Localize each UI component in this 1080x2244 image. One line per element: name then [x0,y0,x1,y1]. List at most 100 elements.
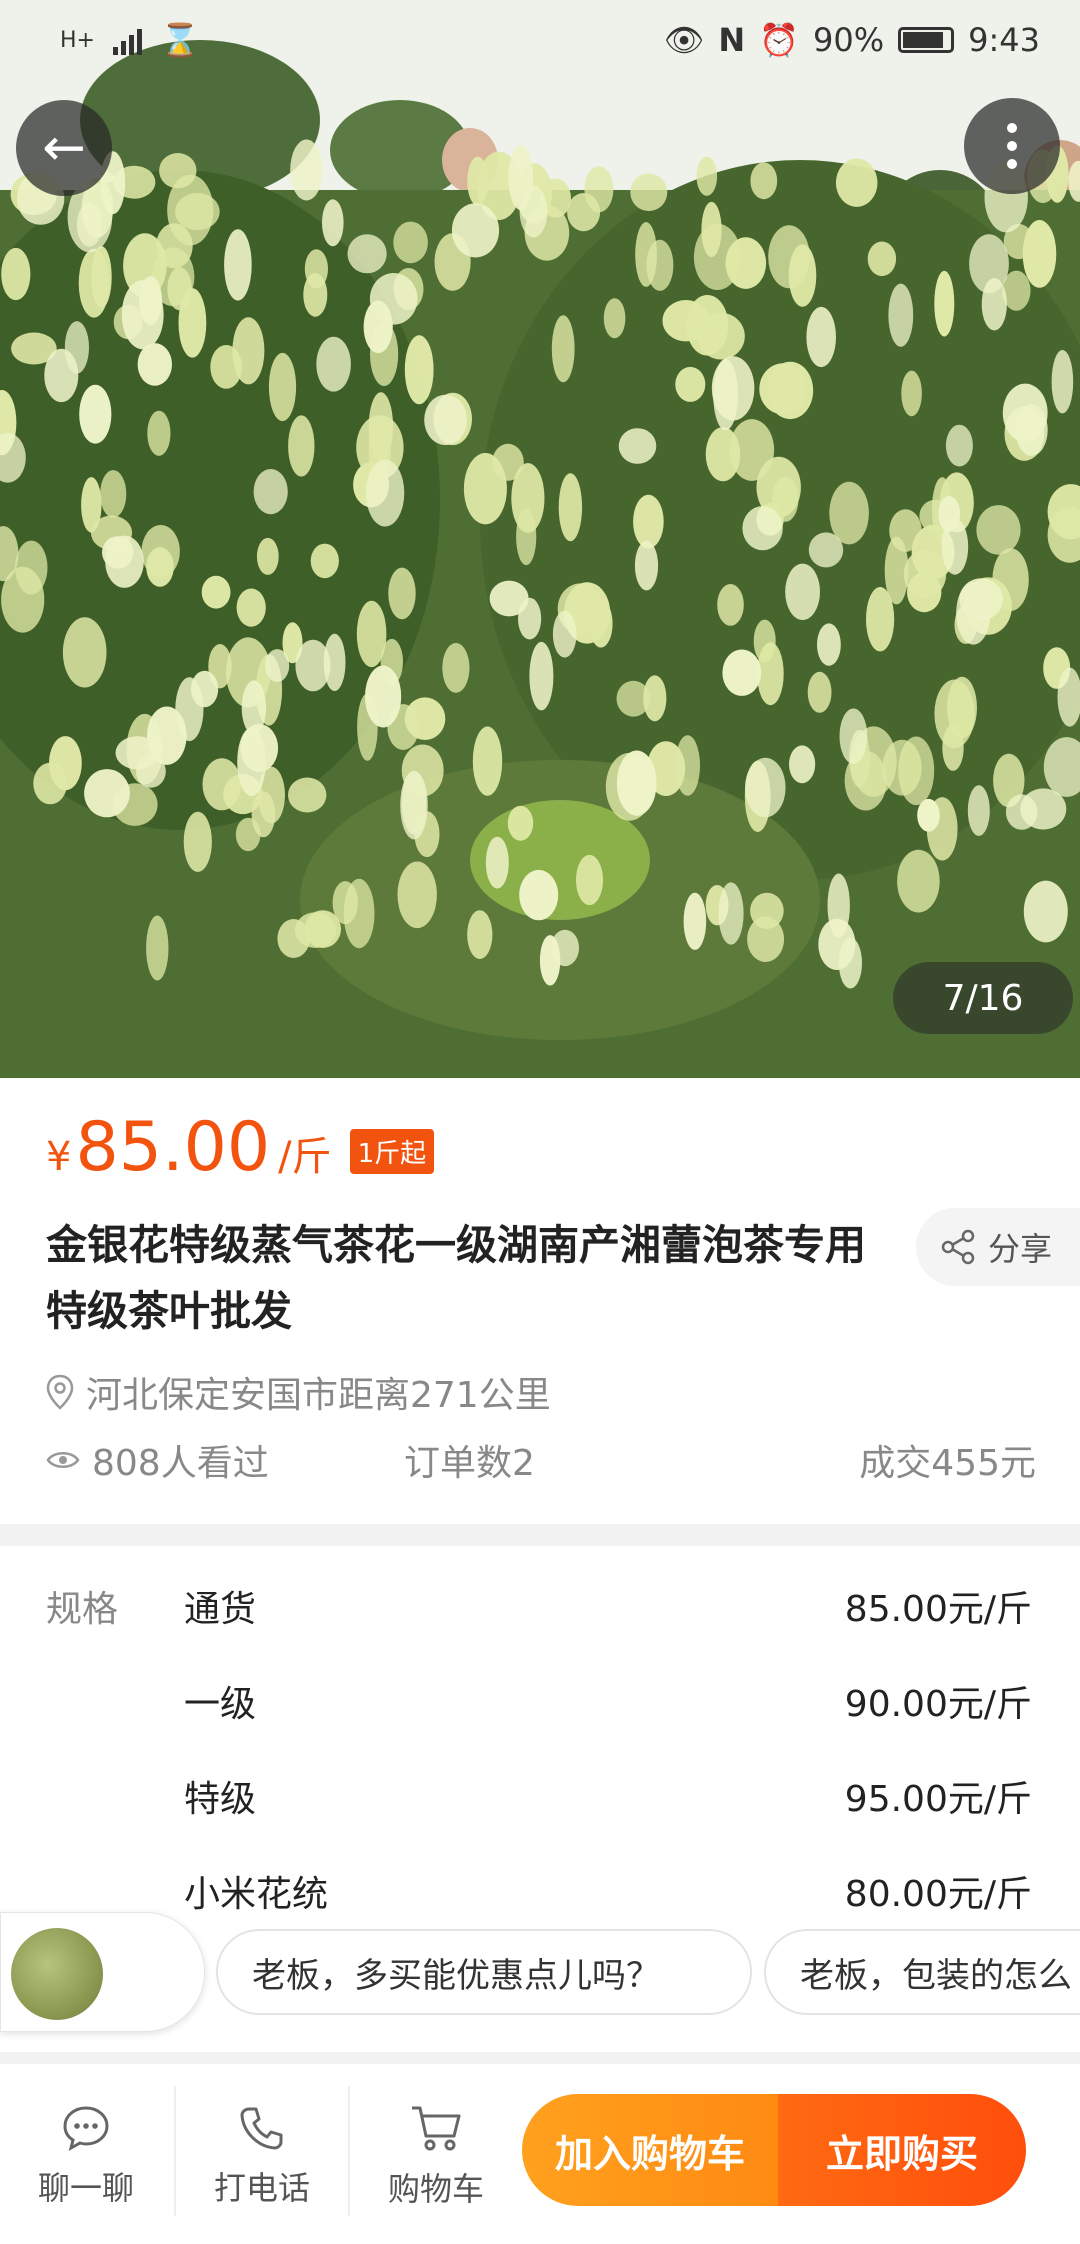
nfc-icon: N [718,21,746,59]
blossom [717,584,744,626]
blossom [81,477,102,533]
blossom [693,223,742,290]
blossom [635,222,657,287]
blossom [492,443,524,481]
product-image-gallery[interactable] [0,0,1080,1078]
spec-option[interactable]: 特级 95.00元/斤 [184,1770,1032,1822]
blossom [79,384,112,444]
chat-bubble-icon [63,2106,109,2151]
spec-name: 通货 [184,1589,257,1630]
blossom [633,494,664,549]
deals-amount: 成交455元 [859,1443,1036,1484]
chat-button[interactable]: 聊一聊 [0,2082,172,2232]
orders-count: 订单数2 [404,1443,535,1484]
spec-option[interactable]: 一级 90.00元/斤 [184,1675,1032,1727]
views-count: 808人看过 [92,1443,269,1484]
views-stat: 808人看过 [46,1434,269,1486]
blossom [711,356,755,421]
blossom [529,641,554,711]
blossom [750,892,784,929]
spec-option[interactable]: 通货 85.00元/斤 [184,1580,1032,1632]
blossom [365,459,405,527]
blossom [630,173,668,212]
blossom [265,649,290,683]
blossom [759,363,807,415]
blossom [175,193,220,231]
blossom [634,540,659,591]
quick-question-chip[interactable]: 老板，包装的怎么 [764,1929,1080,2015]
clock-time: 9:43 [968,21,1040,59]
blossom [316,336,351,392]
blossom [467,910,493,959]
price-unit: /斤 [278,1134,332,1180]
blossom [839,708,868,764]
spec-price: 80.00元/斤 [844,1874,1032,1915]
blossom [745,757,786,818]
blossom [888,283,914,347]
blossom [618,428,657,464]
spec-option[interactable]: 小米花统 80.00元/斤 [184,1865,1032,1917]
blossom [178,288,207,358]
more-options-button[interactable] [964,98,1060,194]
blossom [867,241,897,277]
blossom [551,929,579,967]
call-button[interactable]: 打电话 [176,2082,348,2232]
blossom [159,153,197,189]
blossom [183,811,212,872]
blossom [552,610,577,658]
blossom [146,915,169,981]
blossom [507,805,534,841]
location-text: 河北保定安国市距离271公里 [86,1375,551,1416]
blossom [64,321,89,374]
cart-button[interactable]: 购物车 [350,2082,522,2232]
blossom [240,724,279,772]
phone-icon [240,2107,283,2150]
blossom [397,861,437,929]
blossom [945,424,973,467]
product-thumbnail-card[interactable] [0,1912,205,2032]
quick-question-bar: 老板，多买能优惠点儿吗？ 老板，包装的怎么 [0,1912,1080,2032]
quick-question-chip[interactable]: 老板，多买能优惠点儿吗？ [216,1929,752,2015]
shopping-cart-icon [412,2106,461,2151]
blossom [365,665,402,728]
blossom [467,156,489,206]
blossom [393,221,428,264]
add-to-cart-button[interactable]: 加入购物车 [522,2094,778,2206]
eye-icon: 👁 [663,21,705,59]
blossom [100,470,127,518]
call-label: 打电话 [213,2169,310,2207]
alarm-icon: ⏰ [759,21,800,59]
blossom [105,535,144,588]
share-button[interactable]: 分享 [916,1208,1080,1286]
back-button[interactable]: ← [16,100,112,196]
blossom [136,755,166,788]
blossom [15,540,48,595]
blossom [976,505,1021,555]
hourglass-icon: ⌛ [159,21,200,59]
status-bar: H+ ⌛ 👁 N ⏰ 90% 9:43 [0,0,1080,80]
more-vertical-icon [1007,123,1017,169]
network-type: H+ [60,27,95,53]
blossom [558,473,583,542]
section-divider [0,1524,1080,1546]
blossom [969,234,1009,294]
blossom [288,777,327,813]
blossom [768,225,810,289]
battery-percent: 90% [813,21,885,59]
blossom [191,670,219,708]
blossom [789,745,816,784]
product-thumbnail [11,1928,103,2020]
blossom [967,785,990,836]
blossom [388,567,416,620]
blossom [1,247,31,301]
blossom [84,769,130,818]
buy-now-button[interactable]: 立即购买 [778,2094,1026,2206]
spec-name: 一级 [184,1684,257,1725]
blossom [288,415,315,477]
blossom [1002,383,1048,443]
blossom [400,771,428,840]
blossom [576,854,603,906]
blossom [424,394,467,446]
blossom [934,270,955,337]
blossom [295,639,331,692]
